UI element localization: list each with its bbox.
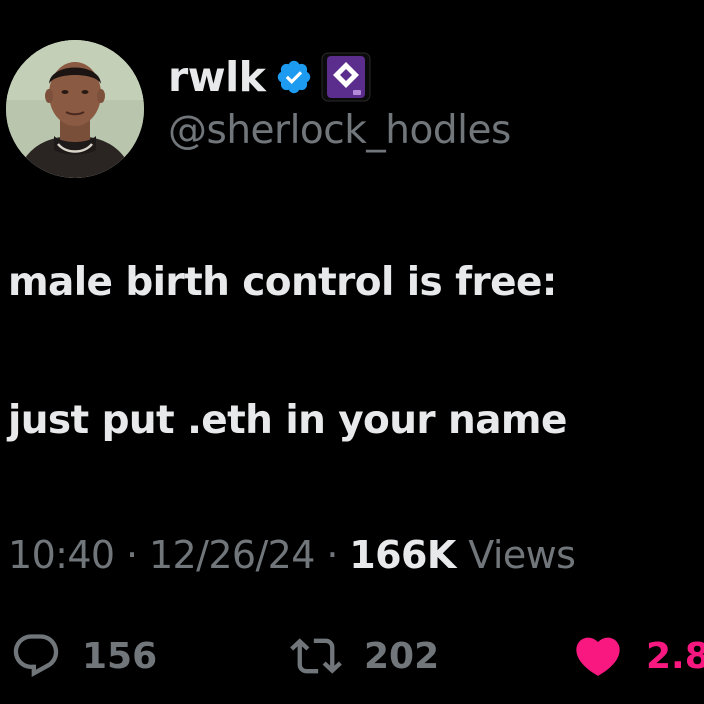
tweet-date[interactable]: 12/26/24 [149,533,315,577]
meta-separator: · [126,533,149,577]
reply-count: 156 [82,635,158,677]
retweet-count: 202 [364,635,440,677]
views-count: 166K [349,533,469,577]
profile-photo-icon [6,40,144,178]
tweet-time[interactable]: 10:40 [8,533,115,577]
like-count: 2.8 [646,635,704,677]
author-name-row: rwlk [168,52,371,102]
tweet-text-line: just put .eth in your name [8,398,567,443]
verified-check-icon[interactable] [275,58,313,96]
heart-icon [576,637,620,676]
views-label: Views [468,533,576,577]
display-name[interactable]: rwlk [168,53,266,101]
retweet-button[interactable]: 202 [288,630,439,682]
affiliate-org-icon[interactable] [321,52,371,102]
reply-icon [13,634,59,678]
tweet-text-line: male birth control is free: [8,260,557,305]
avatar[interactable] [6,40,144,178]
tweet-card: rwlk @sherlock_hodles male birth control… [0,0,704,704]
tweet-meta: 10:40 · 12/26/24 · 166K Views [8,533,576,577]
reply-button[interactable]: 156 [10,630,157,682]
author-handle[interactable]: @sherlock_hodles [168,108,511,153]
like-button[interactable]: 2.8 [570,630,704,682]
meta-separator: · [326,533,350,577]
retweet-icon [290,638,342,674]
